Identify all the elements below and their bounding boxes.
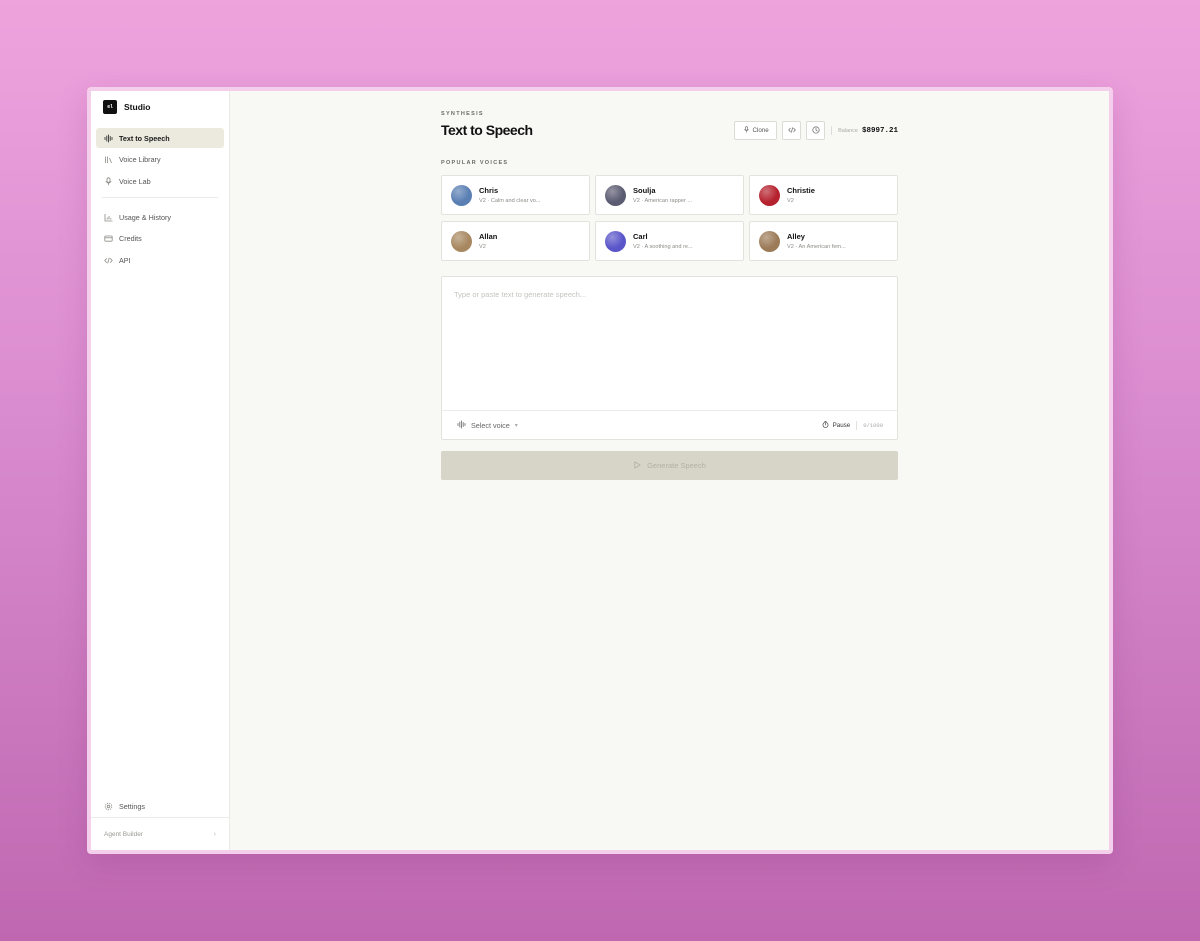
generate-speech-button[interactable]: Generate Speech bbox=[441, 451, 898, 480]
gear-icon bbox=[104, 802, 113, 811]
balance-value: $8997.21 bbox=[861, 126, 898, 135]
select-voice-label: Select voice bbox=[471, 420, 510, 430]
character-counter: 0/1000 bbox=[863, 421, 883, 429]
voice-card-chris[interactable]: Chris V2 · Calm and clear vo... bbox=[441, 175, 590, 215]
microphone-icon bbox=[743, 126, 750, 135]
voice-name: Chris bbox=[479, 186, 499, 195]
balance-label: Balance bbox=[838, 127, 858, 134]
balance-display: Balance $8997.21 bbox=[838, 127, 898, 135]
brand: el Studio bbox=[91, 91, 229, 122]
sidebar: el Studio Text to Speech Voice Library V… bbox=[91, 91, 230, 850]
nav-divider bbox=[102, 197, 218, 198]
settings-label: Settings bbox=[119, 802, 145, 811]
voice-description: V2 · An American fem... bbox=[787, 244, 846, 250]
microphone-icon bbox=[104, 176, 113, 186]
voice-avatar bbox=[451, 184, 472, 206]
chevron-right-icon: › bbox=[213, 830, 216, 838]
history-button[interactable] bbox=[806, 121, 826, 140]
header-toolbar: Clone Balance $8997.21 bbox=[734, 121, 898, 140]
clone-button[interactable]: Clone bbox=[734, 121, 778, 140]
voice-avatar bbox=[759, 230, 780, 252]
clock-icon bbox=[811, 125, 820, 136]
content-column: SYNTHESIS Text to Speech Clone Balance $… bbox=[441, 111, 898, 480]
waveform-icon bbox=[104, 134, 113, 143]
voice-description: V2 bbox=[479, 244, 486, 250]
pause-button[interactable]: Pause bbox=[822, 420, 851, 430]
sidebar-item-label: Usage & History bbox=[119, 212, 171, 222]
voice-avatar bbox=[605, 184, 626, 206]
select-voice-dropdown[interactable]: Select voice ▾ bbox=[457, 420, 518, 431]
chevron-down-icon: ▾ bbox=[514, 422, 518, 429]
sidebar-item-label: Text to Speech bbox=[119, 133, 170, 143]
bar-chart-icon bbox=[104, 213, 113, 222]
play-icon bbox=[633, 460, 641, 471]
api-code-button[interactable] bbox=[782, 121, 802, 140]
sidebar-item-api[interactable]: API bbox=[96, 250, 224, 270]
voice-name: Alley bbox=[787, 232, 805, 241]
code-icon bbox=[104, 256, 113, 265]
sidebar-item-text-to-speech[interactable]: Text to Speech bbox=[96, 128, 224, 148]
settings-button[interactable]: Settings bbox=[91, 796, 229, 818]
credit-card-icon bbox=[104, 234, 113, 243]
voice-name: Allan bbox=[479, 232, 498, 241]
voice-card-soulja[interactable]: Soulja V2 · American rapper ... bbox=[595, 175, 744, 215]
text-editor: Select voice ▾ Pause 0/1000 bbox=[441, 276, 898, 440]
sidebar-item-voice-library[interactable]: Voice Library bbox=[96, 150, 224, 170]
waveform-icon bbox=[457, 420, 466, 431]
voice-card-alley[interactable]: Alley V2 · An American fem... bbox=[749, 221, 898, 261]
agent-builder-label: Agent Builder bbox=[104, 830, 144, 838]
pause-label: Pause bbox=[832, 421, 851, 429]
sidebar-item-usage-history[interactable]: Usage & History bbox=[96, 207, 224, 227]
app-logo: el bbox=[103, 99, 117, 114]
library-icon bbox=[104, 155, 113, 164]
editor-footer: Select voice ▾ Pause 0/1000 bbox=[442, 410, 897, 439]
timer-icon bbox=[822, 420, 829, 430]
sidebar-bottom: Settings Agent Builder › bbox=[91, 796, 229, 850]
generate-speech-label: Generate Speech bbox=[647, 461, 706, 470]
voice-description: V2 · A soothing and re... bbox=[633, 244, 693, 250]
voice-name: Carl bbox=[633, 232, 648, 241]
sidebar-item-credits[interactable]: Credits bbox=[96, 229, 224, 249]
popular-voices-label: POPULAR VOICES bbox=[441, 160, 509, 166]
main-content: SYNTHESIS Text to Speech Clone Balance $… bbox=[230, 91, 1109, 850]
sidebar-item-label: Credits bbox=[119, 234, 142, 243]
voice-card-christie[interactable]: Christie V2 bbox=[749, 175, 898, 215]
app-window: el Studio Text to Speech Voice Library V… bbox=[87, 87, 1113, 854]
footer-divider bbox=[856, 420, 858, 430]
voice-name: Soulja bbox=[633, 186, 656, 195]
voice-avatar bbox=[605, 230, 626, 252]
sidebar-item-voice-lab[interactable]: Voice Lab bbox=[96, 171, 224, 191]
voice-description: V2 · Calm and clear vo... bbox=[479, 198, 541, 204]
app-name: Studio bbox=[124, 101, 151, 112]
sidebar-item-label: Voice Lab bbox=[119, 176, 151, 186]
sidebar-item-label: Voice Library bbox=[119, 155, 161, 164]
voice-description: V2 · American rapper ... bbox=[633, 198, 693, 204]
voice-grid: Chris V2 · Calm and clear vo... Soulja V… bbox=[441, 175, 898, 261]
voice-description: V2 bbox=[787, 198, 794, 204]
toolbar-divider bbox=[831, 126, 833, 135]
clone-label: Clone bbox=[752, 127, 769, 134]
section-eyebrow: SYNTHESIS bbox=[441, 111, 484, 117]
editor-footer-right: Pause 0/1000 bbox=[822, 420, 883, 430]
sidebar-item-label: API bbox=[119, 255, 131, 265]
voice-avatar bbox=[451, 230, 472, 252]
voice-avatar bbox=[759, 184, 780, 206]
voice-card-allan[interactable]: Allan V2 bbox=[441, 221, 590, 261]
voice-card-carl[interactable]: Carl V2 · A soothing and re... bbox=[595, 221, 744, 261]
code-icon bbox=[787, 126, 796, 136]
agent-builder-link[interactable]: Agent Builder › bbox=[91, 818, 229, 850]
speech-text-input[interactable] bbox=[442, 277, 897, 411]
sidebar-nav: Text to Speech Voice Library Voice Lab U bbox=[91, 122, 229, 272]
voice-name: Christie bbox=[787, 186, 815, 195]
